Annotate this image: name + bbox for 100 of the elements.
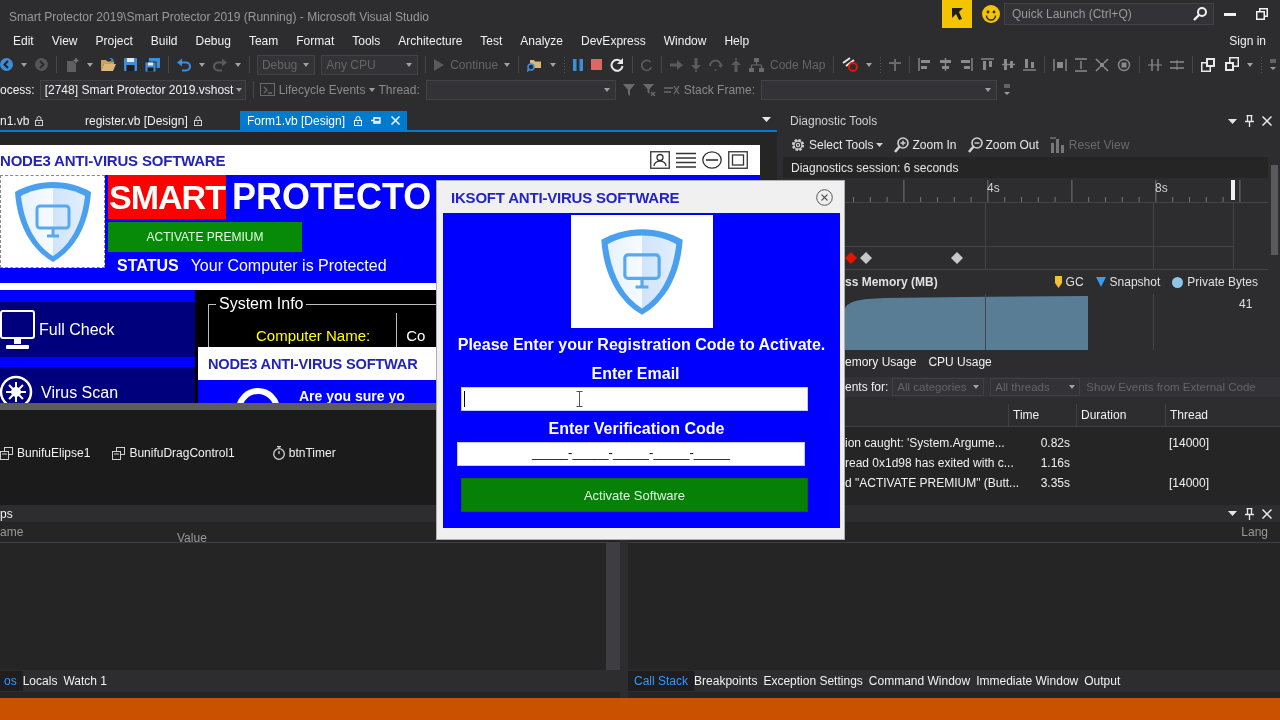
align-middle-icon[interactable] [1002,58,1016,71]
find-in-folder-icon[interactable] [527,57,543,72]
verification-code-field[interactable]: _____-_____-_____-_____-_____ [457,442,805,466]
search-icon[interactable] [1193,7,1207,21]
document-tab[interactable]: register.vb [Design] [82,111,240,130]
align-top-icon[interactable] [981,58,995,71]
document-tab[interactable]: n1.vb [0,111,82,130]
menu-item[interactable]: Help [715,31,759,51]
id-card-icon[interactable] [650,151,670,169]
panel-tab[interactable]: Watch 1 [63,671,113,691]
align-right-icon[interactable] [960,58,974,71]
caret-down-icon[interactable] [866,62,873,67]
align-left-icon[interactable] [918,58,932,71]
caret-down-icon[interactable] [86,62,93,67]
smiley-icon[interactable] [982,5,1000,23]
overflow-icon[interactable] [1270,58,1276,71]
tool-tab[interactable]: emory Usage [845,355,917,369]
panel-tab[interactable]: Call Stack [628,671,695,691]
stop-icon[interactable] [591,59,603,70]
caret-down-icon[interactable] [550,62,557,67]
minimize-icon[interactable] [1224,12,1236,16]
minus-circle-icon[interactable] [702,151,722,169]
column-header[interactable]: Duration [1076,404,1165,426]
vertical-spacing-icon[interactable] [1075,57,1088,72]
restart-icon[interactable] [610,57,625,72]
zoom-in-icon[interactable] [894,137,910,153]
lock-icon[interactable] [354,115,363,126]
panel-tab[interactable]: Exception Settings [763,671,869,691]
activate-software-button[interactable]: Activate Software [461,478,808,512]
process-dropdown[interactable]: [2748] Smart Protector 2019.vshost [39,79,246,100]
menu-item[interactable]: Project [86,31,142,51]
send-to-back-icon[interactable] [1224,57,1240,72]
panel-tab[interactable]: Locals [22,671,64,691]
node-tree-icon[interactable] [749,57,764,72]
sign-in-link[interactable]: Sign in [1220,31,1280,51]
resize-arrows-icon[interactable] [1095,57,1110,72]
caret-down-icon[interactable] [303,62,310,67]
align-center-icon[interactable] [939,58,953,71]
toolbar-button[interactable]: Zoom In [894,137,957,153]
settings-icon[interactable] [790,137,806,153]
close-icon[interactable] [816,188,833,206]
new-project-icon[interactable] [64,57,79,72]
panel-tab[interactable]: Immediate Window [976,671,1085,691]
menu-item[interactable]: Team [239,31,288,51]
vertical-scrollbar[interactable] [606,543,620,670]
column-header[interactable]: ame [0,525,177,539]
toolbar-button[interactable]: Zoom Out [967,137,1039,153]
open-folder-icon[interactable] [100,58,116,71]
email-field[interactable] [461,387,808,411]
document-tab[interactable]: Form1.vb [Design] [240,111,408,130]
caret-down-icon[interactable] [603,87,610,92]
menu-item[interactable]: View [42,31,87,51]
quick-launch-field[interactable]: Quick Launch (Ctrl+Q) [1004,3,1214,25]
panel-tab[interactable]: Breakpoints [694,671,764,691]
save-icon[interactable] [123,58,137,71]
horizontal-spacing-icon[interactable] [1053,58,1068,71]
menu-item[interactable]: DevExpress [572,31,655,51]
menu-item[interactable]: Edit [4,31,43,51]
caret-down-icon[interactable] [234,62,241,67]
component-tray-item[interactable]: BunifuElipse1 [0,446,91,460]
component-icon[interactable] [112,446,126,460]
menu-item[interactable]: Debug [186,31,240,51]
caret-down-icon[interactable] [876,143,884,147]
caret-down-icon[interactable] [21,62,27,67]
stopwatch-icon[interactable] [272,446,285,460]
monitor-icon[interactable] [0,309,35,350]
caret-down-icon[interactable] [236,87,243,92]
caret-down-icon[interactable] [762,116,771,122]
center-horizontal-icon[interactable] [1148,58,1163,71]
menu-item[interactable]: Test [471,31,512,51]
activate-premium-button[interactable]: ACTIVATE PREMIUM [108,222,302,252]
breakpoint-icon[interactable] [842,57,859,72]
align-bottom-icon[interactable] [1023,58,1037,71]
caret-down-icon[interactable] [1247,62,1254,67]
lifecycle-events-button[interactable]: Lifecycle Events [259,82,376,97]
caret-down-icon[interactable] [504,62,511,67]
menu-item[interactable]: Format [287,31,344,51]
caret-down-icon[interactable] [1228,511,1237,516]
menu-icon[interactable] [676,152,696,168]
t-shape-icon[interactable] [889,58,902,71]
maximize-icon[interactable] [728,151,748,169]
grid-target-icon[interactable] [1117,57,1132,72]
column-header[interactable]: Value [177,530,207,545]
component-tray-item[interactable]: BunifuDragControl1 [112,446,235,460]
bring-to-front-icon[interactable] [1201,57,1217,72]
menu-item[interactable]: Window [654,31,716,51]
component-icon[interactable] [0,446,13,460]
panel-tab[interactable]: Output [1084,671,1127,691]
scrollbar-thumb[interactable] [1270,165,1278,255]
zoom-out-icon[interactable] [967,137,983,153]
menu-item[interactable]: Tools [343,31,390,51]
pause-icon[interactable] [573,58,584,71]
menu-item[interactable]: Architecture [389,31,472,51]
lifecycle-events-icon[interactable] [259,83,275,96]
caret-down-icon[interactable] [369,87,376,92]
panel-tab[interactable]: Command Window [868,671,977,691]
restore-icon[interactable] [1256,8,1268,20]
center-vertical-icon[interactable] [1170,59,1185,70]
toolbar-button[interactable]: Select Tools [790,137,884,153]
pin-icon[interactable] [1245,115,1254,127]
